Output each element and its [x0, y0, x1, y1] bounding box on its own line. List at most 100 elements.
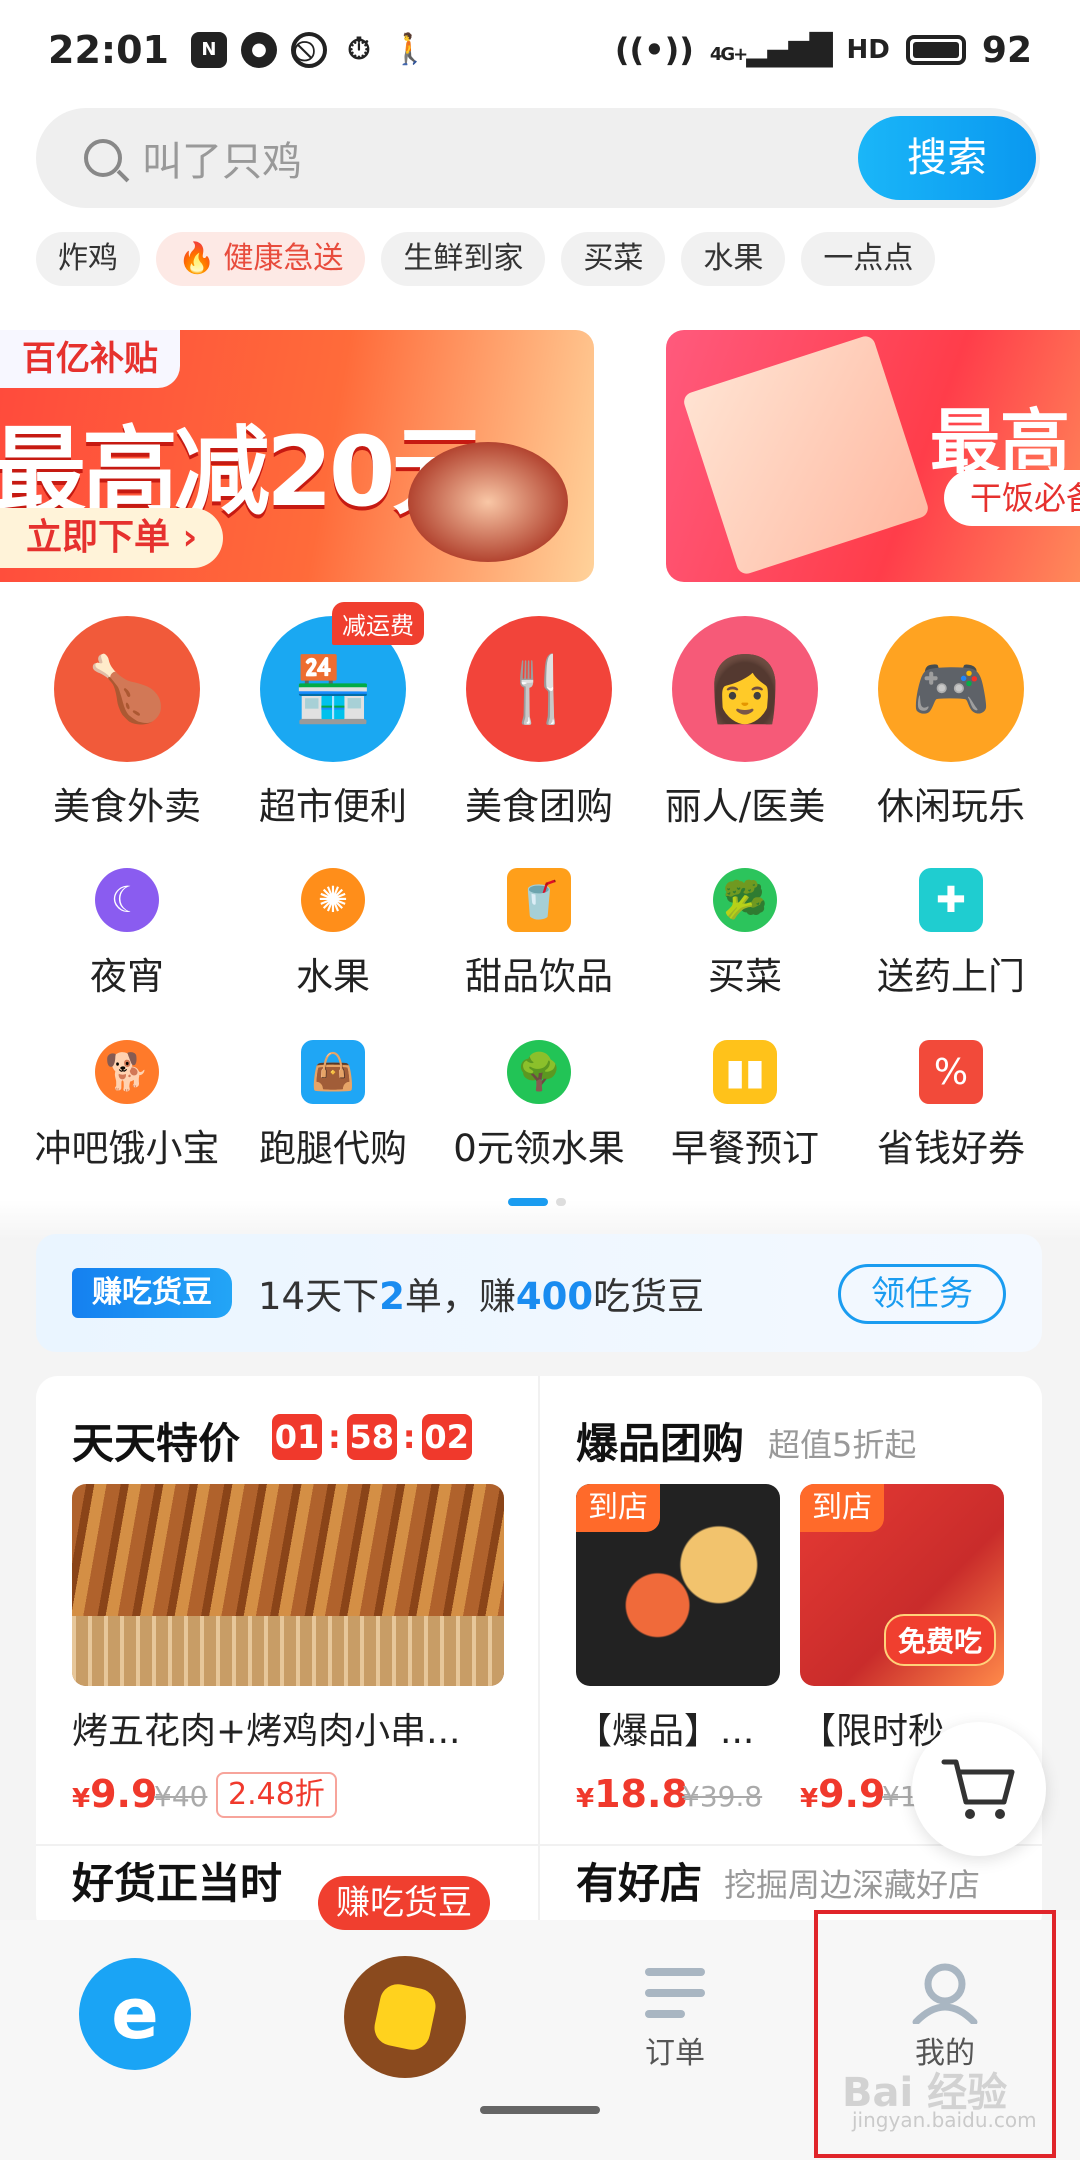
- news-icon: N: [190, 32, 227, 68]
- item-price: ¥9.9: [72, 1772, 158, 1816]
- bag-icon: 👜: [301, 1040, 365, 1104]
- category-groceries[interactable]: 🥦 买菜: [642, 868, 848, 1000]
- good-goods-title[interactable]: 好货正当时: [72, 1850, 282, 1911]
- search-button[interactable]: 搜索: [858, 116, 1036, 200]
- price-value: 9.9: [818, 1772, 886, 1816]
- item-old-price: ¥39.8: [682, 1780, 763, 1813]
- price-value: 18.8: [594, 1772, 688, 1816]
- banner-cta-label: 立即下单: [26, 517, 171, 558]
- category-late-snack[interactable]: ☾ 夜宵: [24, 868, 230, 1000]
- eleme-logo-icon: e: [79, 1958, 191, 2070]
- page-indicator: [508, 1198, 566, 1206]
- tab-home[interactable]: e: [0, 1938, 270, 2070]
- fire-icon: 🔥: [178, 241, 216, 276]
- banner-cta: 干饭必备: [944, 470, 1080, 526]
- search-input[interactable]: 叫了只鸡: [142, 129, 302, 187]
- task-text-pre: 14天下: [258, 1275, 380, 1318]
- category-errand[interactable]: 👜 跑腿代购: [230, 1040, 436, 1172]
- tag-chip[interactable]: 炸鸡: [36, 232, 140, 286]
- item-old-price: ¥40: [154, 1780, 208, 1813]
- category-dessert-drinks[interactable]: 🥤 甜品饮品: [436, 868, 642, 1000]
- page-dot: [556, 1198, 566, 1206]
- tag-chip-hot[interactable]: 🔥 健康急送: [156, 232, 366, 286]
- category-food-delivery[interactable]: 🍗 美食外卖: [24, 616, 230, 830]
- category-fruit[interactable]: ✺ 水果: [230, 868, 436, 1000]
- task-bean-count: 400: [515, 1275, 594, 1318]
- game-icon: 🎮: [878, 616, 1024, 762]
- timer-hours: 01: [272, 1414, 322, 1460]
- promo-banner-secondary[interactable]: 最高 干饭必备: [666, 330, 1080, 582]
- category-label: 省钱好券: [877, 1127, 1025, 1170]
- banner-flag: 百亿补贴: [0, 330, 180, 388]
- category-label: 美食外卖: [53, 785, 201, 828]
- order-now-button[interactable]: 立即下单 ›: [0, 508, 224, 568]
- hd-icon: HD: [846, 35, 890, 65]
- task-order-count: 2: [379, 1275, 405, 1318]
- category-supermarket[interactable]: 🏪 减运费 超市便利: [230, 602, 436, 830]
- task-banner: 赚吃货豆 14天下2单，赚400吃货豆 领任务: [36, 1234, 1042, 1352]
- category-breakfast[interactable]: ▮▮ 早餐预订: [642, 1040, 848, 1172]
- tree-icon: 🌳: [507, 1040, 571, 1104]
- tag-chip[interactable]: 生鲜到家: [381, 232, 546, 286]
- category-beauty[interactable]: 👩 丽人/医美: [642, 616, 848, 830]
- home-indicator[interactable]: [480, 2106, 600, 2114]
- bbq-skewers-image: [72, 1484, 504, 1686]
- task-text-mid: 单，赚: [404, 1275, 516, 1318]
- divider: [538, 1376, 540, 1936]
- category-group-buy[interactable]: 🍴 美食团购: [436, 616, 642, 830]
- good-store-title[interactable]: 有好店: [576, 1850, 702, 1911]
- broccoli-icon: 🥦: [713, 868, 777, 932]
- watermark-url: jingyan.baidu.com: [852, 2108, 1037, 2132]
- task-text: 14天下2单，赚400吃货豆: [258, 1266, 704, 1320]
- discount-badge: 2.48折: [216, 1772, 337, 1818]
- battery-level: 92: [981, 29, 1032, 71]
- tab-beans[interactable]: [270, 1938, 540, 2078]
- free-eat-badge: 免费吃: [883, 1614, 996, 1666]
- category-medicine[interactable]: ✚ 送药上门: [848, 868, 1054, 1000]
- hotpot-gift-image[interactable]: 到店 免费吃: [800, 1484, 1004, 1686]
- roast-chicken-icon: 🍗: [54, 616, 200, 762]
- promo-banner-subsidy[interactable]: 百亿补贴 最高减20元 立即下单 ›: [0, 330, 594, 582]
- item-price: ¥9.9: [800, 1772, 886, 1816]
- chat-icon: ●: [240, 32, 277, 68]
- shiba-icon: 🐕: [95, 1040, 159, 1104]
- category-mascot-game[interactable]: 🐕 冲吧饿小宝: [24, 1040, 230, 1172]
- in-store-tag: 到店: [576, 1484, 660, 1532]
- cart-button[interactable]: [912, 1722, 1046, 1856]
- tag-chip[interactable]: 水果: [681, 232, 786, 286]
- claim-task-button[interactable]: 领任务: [838, 1264, 1006, 1324]
- category-label: 休闲玩乐: [877, 785, 1025, 828]
- category-label: 美食团购: [465, 785, 613, 828]
- signal-icon: 4G+▂▄▆█: [709, 32, 833, 68]
- walk-icon: 🚶: [390, 32, 429, 67]
- category-label: 水果: [296, 955, 370, 998]
- tag-chip[interactable]: 买菜: [561, 232, 666, 286]
- hot-search-tags: 炸鸡 🔥 健康急送 生鲜到家 买菜 水果 一点点: [36, 232, 936, 286]
- daily-special-title: 天天特价: [72, 1419, 241, 1468]
- search-bar[interactable]: 叫了只鸡 搜索: [36, 108, 1040, 208]
- page-dot-active: [508, 1198, 548, 1206]
- network-type: 4G+: [709, 43, 748, 65]
- sushi-image[interactable]: 到店: [576, 1484, 780, 1686]
- category-label: 早餐预订: [671, 1127, 819, 1170]
- group-buy-subtitle: 超值5折起: [768, 1426, 917, 1464]
- category-leisure[interactable]: 🎮 休闲玩乐: [848, 616, 1054, 830]
- moon-icon: ☾: [95, 868, 159, 932]
- task-pill: 赚吃货豆: [72, 1268, 232, 1318]
- divider: [36, 1844, 1042, 1846]
- eleme-home-screen: 22:01 N ● ⃠ ⏱ 🚶 ((•)) 4G+▂▄▆█ HD 92 叫了只鸡…: [0, 0, 1080, 2160]
- group-buy-title: 爆品团购: [576, 1419, 745, 1468]
- good-store-subtitle: 挖掘周边深藏好店: [724, 1866, 981, 1904]
- category-free-fruit[interactable]: 🌳 0元领水果: [436, 1040, 642, 1172]
- coupon-icon: %: [919, 1040, 983, 1104]
- bean-icon: [344, 1956, 466, 2078]
- shipping-discount-badge: 减运费: [332, 602, 424, 645]
- food-dish-image: [408, 442, 568, 562]
- search-icon: [84, 139, 122, 177]
- category-label: 冲吧饿小宝: [34, 1127, 220, 1170]
- category-coupons[interactable]: % 省钱好券: [848, 1040, 1054, 1172]
- tag-chip[interactable]: 一点点: [801, 232, 936, 286]
- tab-orders[interactable]: 订单: [540, 1938, 810, 2072]
- earn-beans-badge: 赚吃货豆: [318, 1876, 490, 1930]
- category-label: 超市便利: [259, 785, 407, 828]
